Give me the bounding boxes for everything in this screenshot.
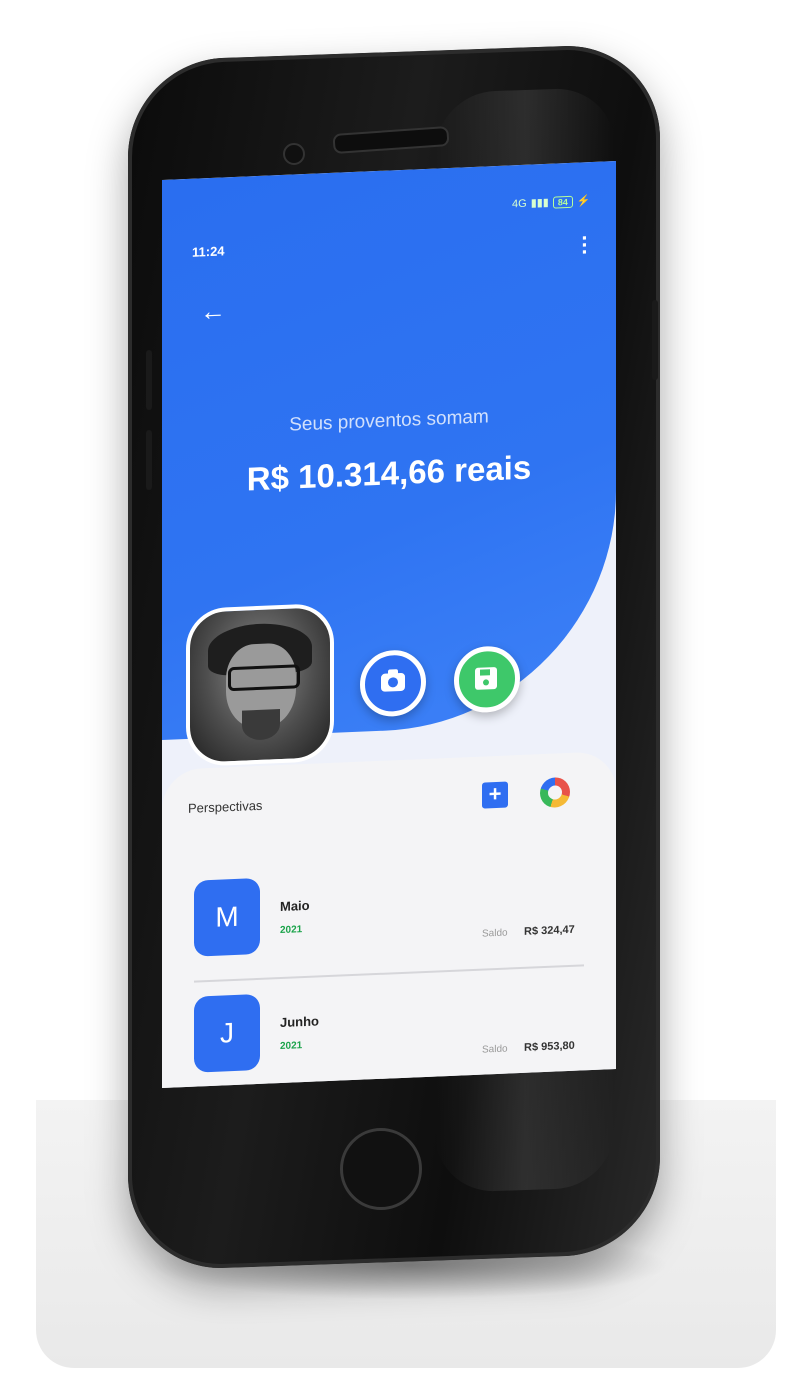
avatar[interactable]	[186, 602, 334, 767]
avatar-beard	[242, 709, 280, 741]
perspectives-panel: Perspectivas + M Maio 2021 Saldo R$ 324,…	[162, 750, 616, 1089]
item-saldo-label: Saldo	[482, 1043, 508, 1056]
app-screen: 11:24 4G ▮▮▮ 84 ⚡ · · · ← Seus proventos s…	[162, 160, 616, 1089]
avatar-glasses	[228, 664, 300, 692]
home-button[interactable]	[340, 1128, 422, 1210]
summary-amount: R$ 10.314,66 reais	[246, 448, 532, 498]
item-year: 2021	[280, 924, 303, 937]
status-time: 11:24	[192, 243, 225, 260]
arrow-left-icon[interactable]: ←	[200, 295, 226, 327]
front-camera	[283, 143, 305, 165]
item-saldo-value: R$ 324,47	[524, 923, 575, 938]
item-initial: M	[194, 877, 260, 957]
volume-up-button	[146, 350, 152, 410]
add-perspective-button[interactable]: +	[482, 781, 508, 809]
item-year: 2021	[280, 1040, 303, 1053]
item-month: Maio	[280, 897, 310, 915]
volume-down-button	[146, 430, 152, 490]
item-month: Junho	[280, 1013, 319, 1031]
summary-caption: Seus proventos somam	[289, 406, 489, 436]
item-initial: J	[194, 993, 260, 1073]
camera-icon	[381, 672, 405, 692]
mockup-stage: 11:24 4G ▮▮▮ 84 ⚡ · · · ← Seus proventos s…	[0, 0, 810, 1383]
floppy-disk-icon	[475, 666, 497, 690]
more-vertical-icon[interactable]: · · ·	[580, 225, 590, 264]
list-item[interactable]: M Maio 2021 Saldo R$ 324,47	[194, 864, 584, 983]
status-icons: 4G ▮▮▮ 84 ⚡	[512, 194, 591, 210]
power-button	[652, 300, 658, 380]
item-saldo-value: R$ 953,80	[524, 1039, 575, 1054]
network-indicator: 4G	[512, 197, 527, 210]
item-saldo-label: Saldo	[482, 927, 508, 940]
battery-icon: 84	[552, 195, 573, 209]
donut-chart-icon[interactable]	[540, 776, 570, 809]
signal-icon: ▮▮▮	[530, 196, 549, 210]
panel-title: Perspectivas	[188, 797, 263, 816]
list-item[interactable]: J Junho 2021 Saldo R$ 953,80	[194, 980, 584, 1089]
charging-icon: ⚡	[576, 195, 591, 208]
save-button[interactable]	[454, 644, 520, 714]
